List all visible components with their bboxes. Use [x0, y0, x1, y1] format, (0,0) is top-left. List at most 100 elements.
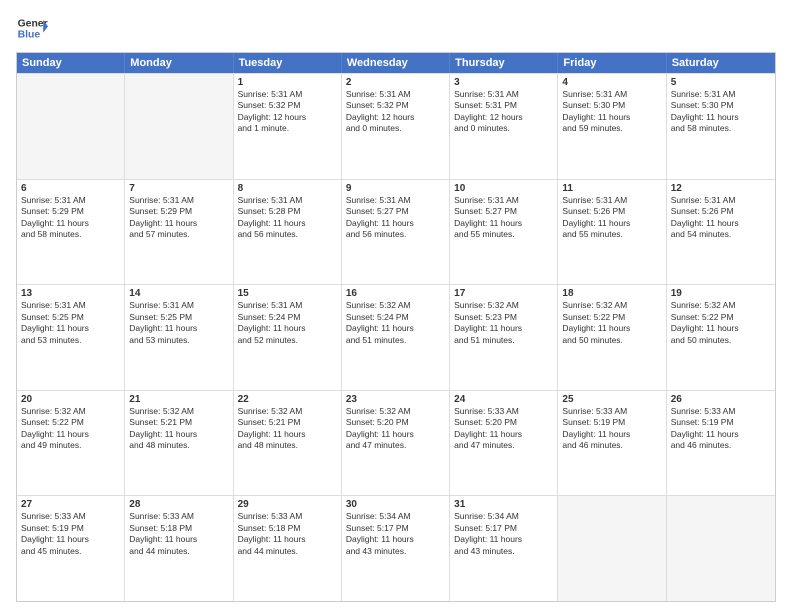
day-number: 26 — [671, 394, 771, 405]
cell-line: and 46 minutes. — [671, 440, 771, 451]
cell-line: and 47 minutes. — [454, 440, 553, 451]
calendar-cell — [667, 496, 775, 601]
cell-line: Daylight: 11 hours — [454, 323, 553, 334]
day-number: 4 — [562, 77, 661, 88]
day-number: 18 — [562, 288, 661, 299]
cell-line: and 52 minutes. — [238, 335, 337, 346]
cell-line: and 43 minutes. — [346, 546, 445, 557]
cell-line: Daylight: 11 hours — [129, 323, 228, 334]
calendar-cell: 24Sunrise: 5:33 AMSunset: 5:20 PMDayligh… — [450, 391, 558, 496]
cell-line: Daylight: 11 hours — [238, 218, 337, 229]
cell-line: and 47 minutes. — [346, 440, 445, 451]
calendar-cell: 14Sunrise: 5:31 AMSunset: 5:25 PMDayligh… — [125, 285, 233, 390]
cell-line: Daylight: 11 hours — [671, 112, 771, 123]
cell-line: Sunrise: 5:33 AM — [671, 406, 771, 417]
cell-line: Sunrise: 5:34 AM — [454, 511, 553, 522]
day-number: 22 — [238, 394, 337, 405]
day-number: 1 — [238, 77, 337, 88]
cell-line: Sunrise: 5:31 AM — [238, 300, 337, 311]
cell-line: and 55 minutes. — [562, 229, 661, 240]
day-number: 5 — [671, 77, 771, 88]
cell-line: Sunset: 5:28 PM — [238, 206, 337, 217]
cell-line: Sunrise: 5:32 AM — [129, 406, 228, 417]
cell-line: Daylight: 11 hours — [238, 429, 337, 440]
cell-line: Daylight: 11 hours — [21, 534, 120, 545]
cell-line: Sunrise: 5:33 AM — [454, 406, 553, 417]
cell-line: Sunset: 5:22 PM — [671, 312, 771, 323]
calendar-cell: 8Sunrise: 5:31 AMSunset: 5:28 PMDaylight… — [234, 180, 342, 285]
calendar-cell: 29Sunrise: 5:33 AMSunset: 5:18 PMDayligh… — [234, 496, 342, 601]
cell-line: Sunrise: 5:31 AM — [346, 89, 445, 100]
calendar-cell: 27Sunrise: 5:33 AMSunset: 5:19 PMDayligh… — [17, 496, 125, 601]
cell-line: Daylight: 12 hours — [238, 112, 337, 123]
cell-line: Sunset: 5:20 PM — [346, 417, 445, 428]
cell-line: Sunset: 5:30 PM — [562, 100, 661, 111]
cell-line: and 45 minutes. — [21, 546, 120, 557]
cell-line: and 48 minutes. — [238, 440, 337, 451]
cell-line: Daylight: 12 hours — [346, 112, 445, 123]
cell-line: Daylight: 11 hours — [346, 429, 445, 440]
cell-line: Daylight: 11 hours — [346, 534, 445, 545]
svg-text:Blue: Blue — [18, 30, 41, 41]
cell-line: Sunset: 5:17 PM — [454, 523, 553, 534]
calendar-cell: 16Sunrise: 5:32 AMSunset: 5:24 PMDayligh… — [342, 285, 450, 390]
header-cell-saturday: Saturday — [667, 53, 775, 73]
day-number: 8 — [238, 183, 337, 194]
cell-line: Daylight: 11 hours — [671, 429, 771, 440]
cell-line: and 58 minutes. — [671, 123, 771, 134]
day-number: 28 — [129, 499, 228, 510]
page: General Blue SundayMondayTuesdayWednesda… — [0, 0, 792, 612]
cell-line: Sunset: 5:20 PM — [454, 417, 553, 428]
cell-line: and 44 minutes. — [238, 546, 337, 557]
cell-line: and 57 minutes. — [129, 229, 228, 240]
cell-line: Daylight: 11 hours — [21, 323, 120, 334]
calendar-cell: 11Sunrise: 5:31 AMSunset: 5:26 PMDayligh… — [558, 180, 666, 285]
cell-line: Daylight: 11 hours — [671, 218, 771, 229]
cell-line: and 56 minutes. — [238, 229, 337, 240]
calendar-cell: 19Sunrise: 5:32 AMSunset: 5:22 PMDayligh… — [667, 285, 775, 390]
calendar-body: 1Sunrise: 5:31 AMSunset: 5:32 PMDaylight… — [17, 73, 775, 601]
cell-line: Sunrise: 5:31 AM — [562, 195, 661, 206]
cell-line: Sunset: 5:18 PM — [129, 523, 228, 534]
cell-line: Daylight: 11 hours — [346, 218, 445, 229]
cell-line: Sunset: 5:19 PM — [562, 417, 661, 428]
day-number: 7 — [129, 183, 228, 194]
cell-line: Sunrise: 5:31 AM — [238, 195, 337, 206]
cell-line: Daylight: 11 hours — [238, 534, 337, 545]
day-number: 13 — [21, 288, 120, 299]
calendar-row-4: 27Sunrise: 5:33 AMSunset: 5:19 PMDayligh… — [17, 495, 775, 601]
calendar-row-2: 13Sunrise: 5:31 AMSunset: 5:25 PMDayligh… — [17, 284, 775, 390]
cell-line: Daylight: 11 hours — [129, 429, 228, 440]
cell-line: and 53 minutes. — [21, 335, 120, 346]
cell-line: Sunset: 5:27 PM — [454, 206, 553, 217]
cell-line: and 44 minutes. — [129, 546, 228, 557]
cell-line: Sunrise: 5:32 AM — [671, 300, 771, 311]
calendar-cell: 17Sunrise: 5:32 AMSunset: 5:23 PMDayligh… — [450, 285, 558, 390]
calendar-cell: 22Sunrise: 5:32 AMSunset: 5:21 PMDayligh… — [234, 391, 342, 496]
day-number: 11 — [562, 183, 661, 194]
cell-line: Sunset: 5:21 PM — [238, 417, 337, 428]
header-cell-friday: Friday — [558, 53, 666, 73]
calendar-cell: 20Sunrise: 5:32 AMSunset: 5:22 PMDayligh… — [17, 391, 125, 496]
day-number: 12 — [671, 183, 771, 194]
day-number: 29 — [238, 499, 337, 510]
calendar-cell: 18Sunrise: 5:32 AMSunset: 5:22 PMDayligh… — [558, 285, 666, 390]
cell-line: and 0 minutes. — [346, 123, 445, 134]
cell-line: Sunset: 5:26 PM — [671, 206, 771, 217]
calendar-row-0: 1Sunrise: 5:31 AMSunset: 5:32 PMDaylight… — [17, 73, 775, 179]
calendar-cell: 23Sunrise: 5:32 AMSunset: 5:20 PMDayligh… — [342, 391, 450, 496]
calendar-cell: 3Sunrise: 5:31 AMSunset: 5:31 PMDaylight… — [450, 74, 558, 179]
calendar-cell: 10Sunrise: 5:31 AMSunset: 5:27 PMDayligh… — [450, 180, 558, 285]
calendar: SundayMondayTuesdayWednesdayThursdayFrid… — [16, 52, 776, 602]
day-number: 14 — [129, 288, 228, 299]
day-number: 3 — [454, 77, 553, 88]
day-number: 21 — [129, 394, 228, 405]
calendar-header: SundayMondayTuesdayWednesdayThursdayFrid… — [17, 53, 775, 73]
cell-line: Daylight: 12 hours — [454, 112, 553, 123]
calendar-cell: 15Sunrise: 5:31 AMSunset: 5:24 PMDayligh… — [234, 285, 342, 390]
calendar-cell — [125, 74, 233, 179]
cell-line: Daylight: 11 hours — [671, 323, 771, 334]
calendar-cell: 7Sunrise: 5:31 AMSunset: 5:29 PMDaylight… — [125, 180, 233, 285]
day-number: 19 — [671, 288, 771, 299]
cell-line: and 56 minutes. — [346, 229, 445, 240]
